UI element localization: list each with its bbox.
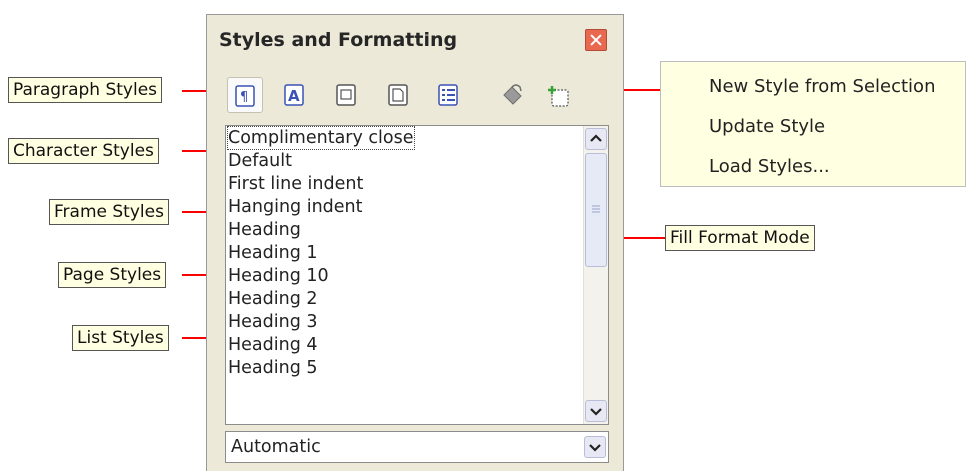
grip-icon — [592, 205, 600, 213]
callout-paragraph-styles: Paragraph Styles — [8, 77, 163, 103]
callout-fill-format-mode: Fill Format Mode — [665, 225, 815, 251]
list-styles-button[interactable] — [431, 77, 467, 113]
scroll-down-button[interactable] — [585, 400, 607, 422]
paragraph-styles-button[interactable]: ¶ — [227, 77, 263, 113]
menu-item-new-style-from-selection[interactable]: New Style from Selection — [709, 76, 935, 97]
new-style-button[interactable] — [541, 77, 577, 113]
svg-text:¶: ¶ — [240, 90, 248, 105]
new-style-icon — [548, 86, 569, 107]
list-item[interactable]: Heading 5 — [228, 357, 318, 379]
style-filter-dropdown[interactable]: Automatic — [225, 431, 609, 463]
page-styles-button[interactable] — [381, 77, 417, 113]
character-styles-icon: A — [284, 84, 304, 106]
callout-character-styles: Character Styles — [8, 138, 159, 164]
list-item[interactable]: Complimentary close — [227, 126, 415, 150]
close-icon[interactable] — [585, 29, 607, 51]
style-filter-value: Automatic — [231, 437, 321, 457]
list-item[interactable]: Heading 10 — [228, 265, 329, 287]
character-styles-button[interactable]: A — [277, 77, 313, 113]
style-filter-button[interactable] — [584, 436, 606, 458]
list-item[interactable]: First line indent — [228, 173, 363, 195]
new-style-menu: New Style from Selection Update Style Lo… — [660, 61, 966, 187]
styles-list[interactable]: Complimentary close Default First line i… — [225, 125, 609, 425]
list-item[interactable]: Heading — [228, 219, 301, 241]
scroll-thumb[interactable] — [585, 153, 607, 267]
chevron-up-icon — [590, 134, 602, 142]
list-item[interactable]: Heading 3 — [228, 311, 318, 333]
list-styles-icon — [438, 84, 458, 106]
menu-item-load-styles[interactable]: Load Styles... — [709, 156, 830, 177]
styles-formatting-panel: Styles and Formatting ¶ A Complimentary … — [206, 14, 624, 471]
paragraph-styles-icon: ¶ — [235, 85, 255, 107]
list-item[interactable]: Hanging indent — [228, 196, 363, 218]
list-item[interactable]: Heading 4 — [228, 334, 318, 356]
chevron-down-icon — [589, 444, 601, 452]
chevron-down-icon — [590, 408, 602, 416]
page-styles-icon — [388, 84, 408, 106]
svg-text:A: A — [288, 87, 300, 105]
list-item[interactable]: Heading 2 — [228, 288, 318, 310]
callout-frame-styles: Frame Styles — [49, 199, 169, 225]
frame-styles-button[interactable] — [329, 77, 365, 113]
list-item[interactable]: Heading 1 — [228, 242, 318, 264]
scroll-up-button[interactable] — [585, 128, 607, 150]
fill-format-mode-button[interactable] — [493, 77, 529, 113]
frame-styles-icon — [336, 84, 356, 106]
list-item[interactable]: Default — [228, 150, 292, 172]
styles-list-scrollbar[interactable] — [583, 126, 608, 424]
callout-page-styles: Page Styles — [58, 262, 167, 288]
callout-list-styles: List Styles — [72, 325, 169, 351]
fill-format-mode-icon — [503, 84, 522, 105]
menu-item-update-style[interactable]: Update Style — [709, 116, 825, 137]
panel-title: Styles and Formatting — [219, 29, 458, 51]
